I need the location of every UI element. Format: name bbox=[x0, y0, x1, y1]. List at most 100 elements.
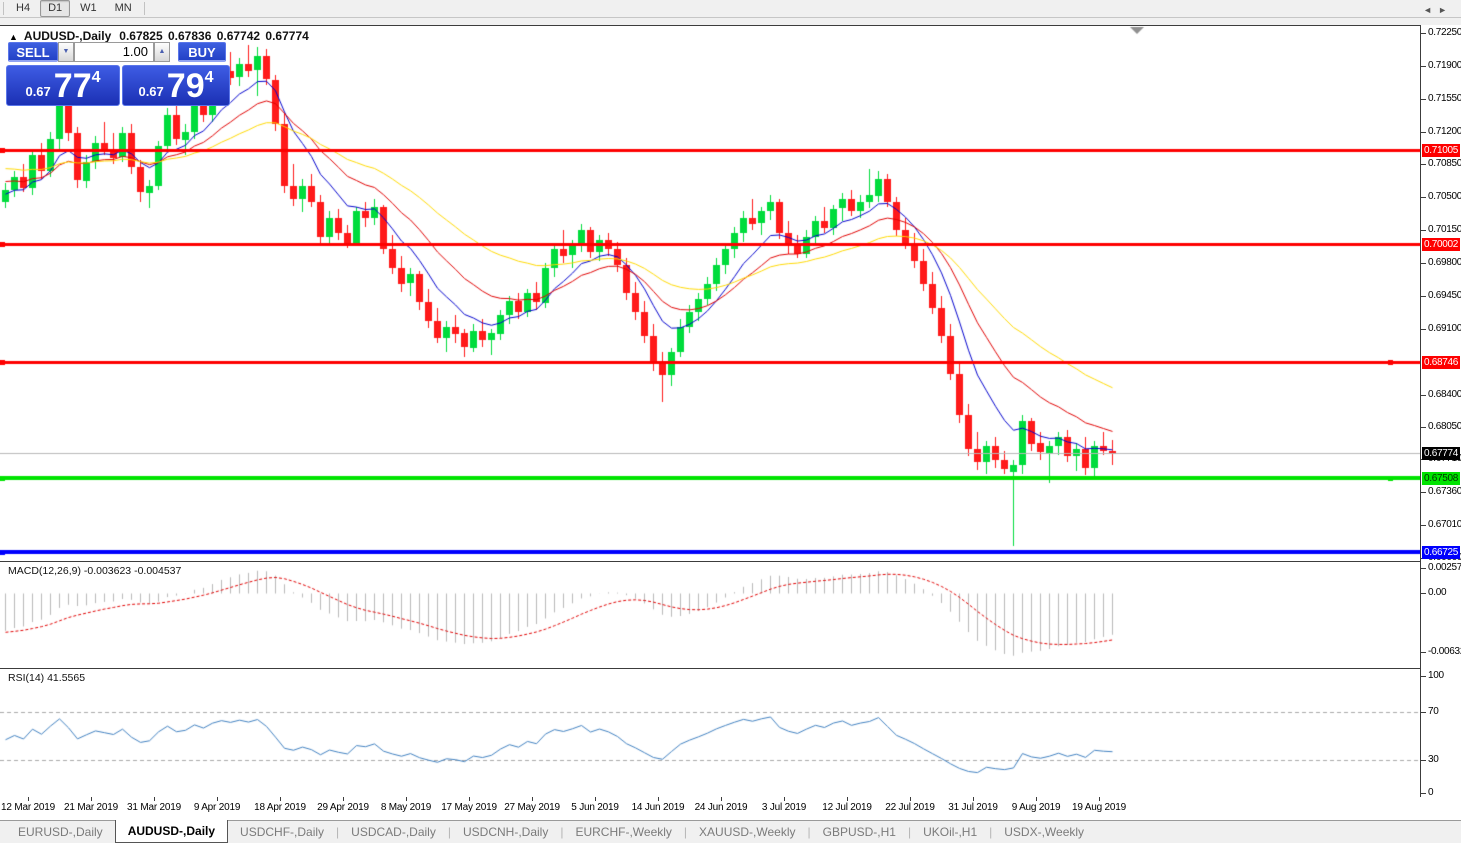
price-axis-label: 0.68050 bbox=[1428, 421, 1461, 432]
toolbar-separator bbox=[144, 2, 145, 15]
date-tick bbox=[1036, 797, 1037, 801]
axis-tick bbox=[1421, 99, 1426, 100]
tab-gbpusd-h1[interactable]: GBPUSD-,H1 bbox=[811, 822, 908, 842]
tab-usdcnh-daily[interactable]: USDCNH-,Daily bbox=[451, 822, 560, 842]
axis-tick bbox=[1421, 329, 1426, 330]
axis-tick bbox=[1421, 164, 1426, 165]
buy-button[interactable]: BUY bbox=[178, 42, 226, 62]
date-tick bbox=[91, 797, 92, 801]
date-axis-label: 5 Jun 2019 bbox=[571, 802, 619, 813]
tab-eurusd-daily[interactable]: EURUSD-,Daily bbox=[6, 822, 115, 842]
axis-tick bbox=[1421, 525, 1426, 526]
axis-tick bbox=[1421, 760, 1426, 761]
sell-price-button[interactable]: 0.67 77 4 bbox=[6, 65, 120, 106]
price-axis-label: 0.69100 bbox=[1428, 323, 1461, 334]
date-axis-label: 12 Mar 2019 bbox=[1, 802, 55, 813]
date-axis-label: 9 Aug 2019 bbox=[1012, 802, 1061, 813]
tab-nav-arrows: ◄► bbox=[1423, 5, 1453, 15]
chevron-down-icon: ▼ bbox=[63, 48, 70, 55]
axis-tick bbox=[1421, 263, 1426, 264]
price-axis-label: 0.71200 bbox=[1428, 126, 1461, 137]
date-tick bbox=[1099, 797, 1100, 801]
axis-tick bbox=[1421, 652, 1426, 653]
axis-tick bbox=[1421, 712, 1426, 713]
timeframe-button-h4[interactable]: H4 bbox=[8, 0, 38, 17]
rsi-indicator-chart[interactable] bbox=[0, 668, 1420, 797]
axis-tick bbox=[1421, 593, 1426, 594]
macd-axis-label: 0.00 bbox=[1428, 587, 1446, 598]
price-axis-label: 0.70850 bbox=[1428, 158, 1461, 169]
date-axis-label: 29 Apr 2019 bbox=[317, 802, 369, 813]
price-badge: 0.67774 bbox=[1422, 447, 1460, 460]
axis-tick bbox=[1421, 197, 1426, 198]
rsi-axis-label: 100 bbox=[1428, 670, 1444, 681]
date-axis[interactable]: 12 Mar 201921 Mar 201931 Mar 20199 Apr 2… bbox=[0, 797, 1461, 820]
axis-tick bbox=[1421, 793, 1426, 794]
price-badge: 0.66725 bbox=[1422, 546, 1460, 559]
date-axis-label: 24 Jun 2019 bbox=[695, 802, 748, 813]
date-tick bbox=[910, 797, 911, 801]
macd-label: MACD(12,26,9) -0.003623 -0.004537 bbox=[8, 565, 181, 577]
axis-tick bbox=[1421, 33, 1426, 34]
buy-price-sup: 4 bbox=[205, 69, 214, 87]
price-axis-label: 0.70500 bbox=[1428, 191, 1461, 202]
date-axis-label: 19 Aug 2019 bbox=[1072, 802, 1126, 813]
date-axis-label: 9 Apr 2019 bbox=[194, 802, 240, 813]
date-axis-label: 8 May 2019 bbox=[381, 802, 431, 813]
chart-tab-bar: EURUSD-,DailyAUDUSD-,DailyUSDCHF-,Daily|… bbox=[0, 820, 1461, 843]
axis-tick bbox=[1421, 492, 1426, 493]
timeframe-toolbar: H4D1W1MN bbox=[0, 0, 1461, 25]
price-axis-label: 0.67010 bbox=[1428, 519, 1461, 530]
axis-tick bbox=[1421, 676, 1426, 677]
volume-input[interactable]: 1.00 bbox=[74, 42, 154, 62]
price-axis[interactable]: 0.72250 0.71900 0.71550 0.71200 0.70850 0.705… bbox=[1420, 25, 1461, 797]
date-tick bbox=[973, 797, 974, 801]
tab-ukoil-h1[interactable]: UKOil-,H1 bbox=[911, 822, 989, 842]
tabs-scroll-right-icon[interactable]: ► bbox=[1438, 5, 1453, 15]
price-axis-label: 0.72250 bbox=[1428, 27, 1461, 38]
date-tick bbox=[595, 797, 596, 801]
price-axis-label: 0.69800 bbox=[1428, 257, 1461, 268]
date-tick bbox=[343, 797, 344, 801]
macd-axis-label: -0.006326 bbox=[1428, 646, 1461, 657]
sell-price-big: 77 bbox=[54, 69, 92, 103]
axis-tick bbox=[1421, 132, 1426, 133]
timeframe-button-d1[interactable]: D1 bbox=[40, 0, 70, 17]
tab-usdx-weekly[interactable]: USDX-,Weekly bbox=[992, 822, 1096, 842]
tab-xauusd-weekly[interactable]: XAUUSD-,Weekly bbox=[687, 822, 807, 842]
tab-usdchf-daily[interactable]: USDCHF-,Daily bbox=[228, 822, 336, 842]
date-tick bbox=[469, 797, 470, 801]
timeframe-button-mn[interactable]: MN bbox=[107, 0, 140, 17]
timeframe-button-w1[interactable]: W1 bbox=[72, 0, 105, 17]
date-axis-label: 31 Jul 2019 bbox=[948, 802, 998, 813]
axis-tick bbox=[1421, 296, 1426, 297]
price-axis-label: 0.71550 bbox=[1428, 93, 1461, 104]
tab-audusd-daily[interactable]: AUDUSD-,Daily bbox=[115, 820, 228, 843]
buy-price-button[interactable]: 0.67 79 4 bbox=[122, 65, 230, 106]
volume-decrease-button[interactable]: ▼ bbox=[58, 42, 74, 62]
volume-increase-button[interactable]: ▲ bbox=[154, 42, 170, 62]
tab-eurchf-weekly[interactable]: EURCHF-,Weekly bbox=[563, 822, 683, 842]
tabs-scroll-left-icon[interactable]: ◄ bbox=[1423, 5, 1438, 15]
date-tick bbox=[406, 797, 407, 801]
axis-tick bbox=[1421, 427, 1426, 428]
buy-price-big: 79 bbox=[167, 69, 205, 103]
date-axis-label: 3 Jul 2019 bbox=[762, 802, 806, 813]
macd-indicator-chart[interactable] bbox=[0, 561, 1420, 668]
chart-top-border bbox=[0, 25, 1461, 26]
date-tick bbox=[532, 797, 533, 801]
date-tick bbox=[658, 797, 659, 801]
macd-panel-border bbox=[0, 561, 1461, 562]
macd-axis-label: 0.002574 bbox=[1428, 562, 1461, 573]
rsi-label: RSI(14) 41.5565 bbox=[8, 672, 85, 684]
one-click-trade-widget: SELL ▼ 1.00 ▲ BUY 0.67 77 4 0.67 79 4 bbox=[6, 41, 232, 106]
price-axis-label: 0.71900 bbox=[1428, 60, 1461, 71]
sell-button[interactable]: SELL bbox=[8, 42, 58, 62]
price-axis-label: 0.68400 bbox=[1428, 389, 1461, 400]
rsi-axis-label: 70 bbox=[1428, 706, 1439, 717]
rsi-axis-label: 0 bbox=[1428, 787, 1433, 798]
tab-usdcad-daily[interactable]: USDCAD-,Daily bbox=[339, 822, 448, 842]
price-axis-label: 0.69450 bbox=[1428, 290, 1461, 301]
sell-price-sup: 4 bbox=[92, 69, 101, 87]
date-axis-label: 31 Mar 2019 bbox=[127, 802, 181, 813]
